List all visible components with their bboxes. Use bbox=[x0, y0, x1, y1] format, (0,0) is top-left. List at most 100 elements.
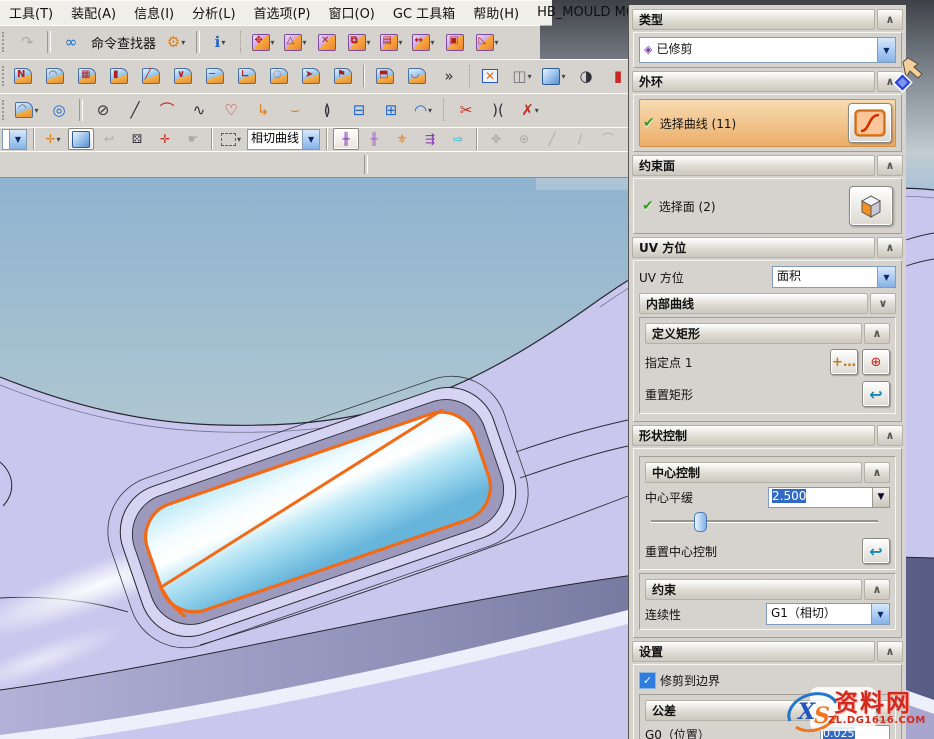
pan-hand-icon[interactable]: ☛ bbox=[180, 128, 206, 150]
dropdown-arrow-icon[interactable]: ▾ bbox=[431, 38, 435, 47]
combined-projection-icon[interactable]: ≬ bbox=[312, 96, 342, 124]
spline-icon[interactable]: ∿ bbox=[184, 96, 214, 124]
type-dropdown[interactable]: ◈已修剪 ▼ bbox=[639, 37, 896, 63]
divide-curve-icon[interactable]: )( bbox=[483, 96, 513, 124]
dropdown-arrow-icon[interactable]: ▾ bbox=[535, 106, 539, 115]
collapse-arrow-icon[interactable]: ∧ bbox=[864, 323, 890, 344]
move-face-icon[interactable]: ✥▾ bbox=[248, 28, 278, 56]
continuity-dropdown[interactable]: G1（相切） ▼ bbox=[766, 603, 890, 625]
pattern-face-icon[interactable]: ▤▾ bbox=[376, 28, 406, 56]
dropdown-arrow-icon[interactable]: ▾ bbox=[57, 135, 61, 144]
dropdown-arrow-icon[interactable]: ▼ bbox=[302, 130, 319, 149]
reset-center-button[interactable]: ↩ bbox=[862, 538, 890, 564]
through-curve-mesh-icon[interactable]: N bbox=[8, 62, 38, 90]
dropdown-arrow-icon[interactable]: ▾ bbox=[561, 72, 565, 81]
follow-fillet-icon[interactable]: ╫ bbox=[361, 128, 387, 150]
intersection-curve-icon[interactable]: ⊞ bbox=[376, 96, 406, 124]
menu-tools[interactable]: 工具(T) bbox=[0, 0, 62, 25]
select-face-row[interactable]: ✔ 选择面 (2) bbox=[639, 183, 896, 229]
snap-center-icon[interactable]: ⊕ bbox=[511, 128, 537, 150]
collapse-arrow-icon[interactable]: ∧ bbox=[877, 9, 903, 30]
stop-at-intersection-icon[interactable]: ╫ bbox=[333, 128, 359, 150]
trim-curve-icon[interactable]: ✂ bbox=[451, 96, 481, 124]
menu-information[interactable]: 信息(I) bbox=[125, 0, 183, 25]
section-define-rect[interactable]: 定义矩形 ∧ bbox=[645, 323, 890, 344]
wrap-curve-icon[interactable]: ◠▾ bbox=[408, 96, 438, 124]
patch-body-icon[interactable]: ➤ bbox=[296, 62, 326, 90]
trim-sheet-icon[interactable]: ╱ bbox=[136, 62, 166, 90]
select-curve-row[interactable]: ✔ 选择曲线 (11) bbox=[639, 99, 896, 147]
trim-boundary-checkbox[interactable]: ✓ bbox=[639, 672, 656, 689]
dropdown-arrow-icon[interactable]: ▼ bbox=[877, 267, 895, 287]
uv-dropdown[interactable]: 面积 ▼ bbox=[772, 266, 896, 288]
chain-curves-icon[interactable]: ⇶ bbox=[417, 128, 443, 150]
snap-endpoint-icon[interactable]: ∕ bbox=[567, 128, 593, 150]
section-inner-curves[interactable]: 内部曲线 ∨ bbox=[639, 293, 896, 314]
menu-preferences[interactable]: 首选项(P) bbox=[245, 0, 320, 25]
section-shape-control[interactable]: 形状控制 ∧ bbox=[632, 425, 903, 446]
section-constraint[interactable]: 约束 ∧ bbox=[645, 579, 890, 600]
redo-icon[interactable]: ↷ bbox=[12, 28, 42, 56]
proceed-arrow-icon[interactable]: ⇨ bbox=[445, 128, 471, 150]
spinner-down-icon[interactable]: ▼ bbox=[872, 488, 889, 507]
dropdown-arrow-icon[interactable]: ▾ bbox=[399, 38, 403, 47]
collapse-arrow-icon[interactable]: ∧ bbox=[864, 462, 890, 483]
basic-curve-icon[interactable]: ⊘ bbox=[88, 96, 118, 124]
section-center-control[interactable]: 中心控制 ∧ bbox=[645, 462, 890, 483]
delete-face-icon[interactable]: ✕ bbox=[312, 28, 342, 56]
pull-face-icon[interactable]: △▾ bbox=[280, 28, 310, 56]
customize-icon[interactable]: ⚙▾ bbox=[161, 28, 191, 56]
copy-face-icon[interactable]: ⧉▾ bbox=[344, 28, 374, 56]
dropdown-arrow-icon[interactable]: ▾ bbox=[303, 38, 307, 47]
type-filter-combo[interactable]: ▼ bbox=[2, 129, 27, 150]
reset-rect-button[interactable]: ↩ bbox=[862, 381, 890, 407]
section-curve-icon[interactable]: ⊟ bbox=[344, 96, 374, 124]
dropdown-arrow-icon[interactable]: ▼ bbox=[9, 130, 26, 149]
snap-midpoint-icon[interactable]: ✥ bbox=[483, 128, 509, 150]
dropdown-arrow-icon[interactable]: ▾ bbox=[528, 72, 532, 81]
section-constraint-face[interactable]: 约束面 ∧ bbox=[632, 155, 903, 176]
collapse-arrow-icon[interactable]: ∧ bbox=[877, 425, 903, 446]
lock-icon[interactable]: ⚜ bbox=[389, 128, 415, 150]
dropdown-arrow-icon[interactable]: ▾ bbox=[237, 135, 241, 144]
object-display-icon[interactable]: ◑ bbox=[571, 62, 601, 90]
select-curve-button[interactable] bbox=[848, 103, 892, 143]
center-flat-slider[interactable] bbox=[649, 512, 886, 530]
studio-surface-icon[interactable]: ◠▾ bbox=[12, 96, 42, 124]
curve-length-icon[interactable]: ✗▾ bbox=[515, 96, 545, 124]
command-finder-label[interactable]: 命令查找器 bbox=[87, 33, 160, 52]
project-curve-icon[interactable]: ↳ bbox=[248, 96, 278, 124]
menu-assemblies[interactable]: 装配(A) bbox=[62, 0, 125, 25]
studio-spline-icon[interactable]: ♡ bbox=[216, 96, 246, 124]
center-flat-field[interactable]: 2.500 ▼ bbox=[768, 487, 890, 508]
resize-face-icon[interactable]: ↔▾ bbox=[408, 28, 438, 56]
point-focus-icon[interactable]: ✛ bbox=[152, 128, 178, 150]
expand-arrow-icon[interactable]: ∨ bbox=[870, 293, 896, 314]
delete-edge-icon[interactable]: ─ bbox=[200, 62, 230, 90]
trim-body-icon[interactable]: ▦ bbox=[72, 62, 102, 90]
dropdown-arrow-icon[interactable]: ▾ bbox=[181, 38, 185, 47]
offset-region-icon[interactable]: ▣ bbox=[440, 28, 470, 56]
bounded-plane-icon[interactable]: ◠ bbox=[40, 62, 70, 90]
tube-icon[interactable]: ◎ bbox=[44, 96, 74, 124]
slider-handle[interactable] bbox=[694, 512, 707, 532]
layout-icon[interactable]: ◫▾ bbox=[507, 62, 537, 90]
section-type[interactable]: 类型 ∧ bbox=[632, 9, 903, 30]
thicken-icon[interactable]: ⬒ bbox=[370, 62, 400, 90]
section-settings[interactable]: 设置 ∧ bbox=[632, 641, 903, 662]
overflow-chevron-icon[interactable]: » bbox=[434, 62, 464, 90]
collapse-arrow-icon[interactable]: ∧ bbox=[877, 641, 903, 662]
sew-icon[interactable]: ∟ bbox=[232, 62, 262, 90]
toolbar-grip[interactable] bbox=[2, 100, 8, 120]
info-icon[interactable]: ℹ▾ bbox=[205, 28, 235, 56]
section-outer-loop[interactable]: 外环 ∧ bbox=[632, 71, 903, 92]
cycle-objects-icon[interactable]: ⚄ bbox=[124, 128, 150, 150]
menu-analysis[interactable]: 分析(L) bbox=[183, 0, 244, 25]
law-extension-icon[interactable]: ⚑ bbox=[328, 62, 358, 90]
snap-point-icon[interactable]: ✛▾ bbox=[40, 128, 66, 150]
dropdown-arrow-icon[interactable]: ▾ bbox=[367, 38, 371, 47]
toolbar-grip[interactable] bbox=[2, 66, 4, 86]
toolbar-grip[interactable] bbox=[2, 32, 8, 52]
menu-help[interactable]: 帮助(H) bbox=[464, 0, 528, 25]
line-icon[interactable]: ╱ bbox=[120, 96, 150, 124]
